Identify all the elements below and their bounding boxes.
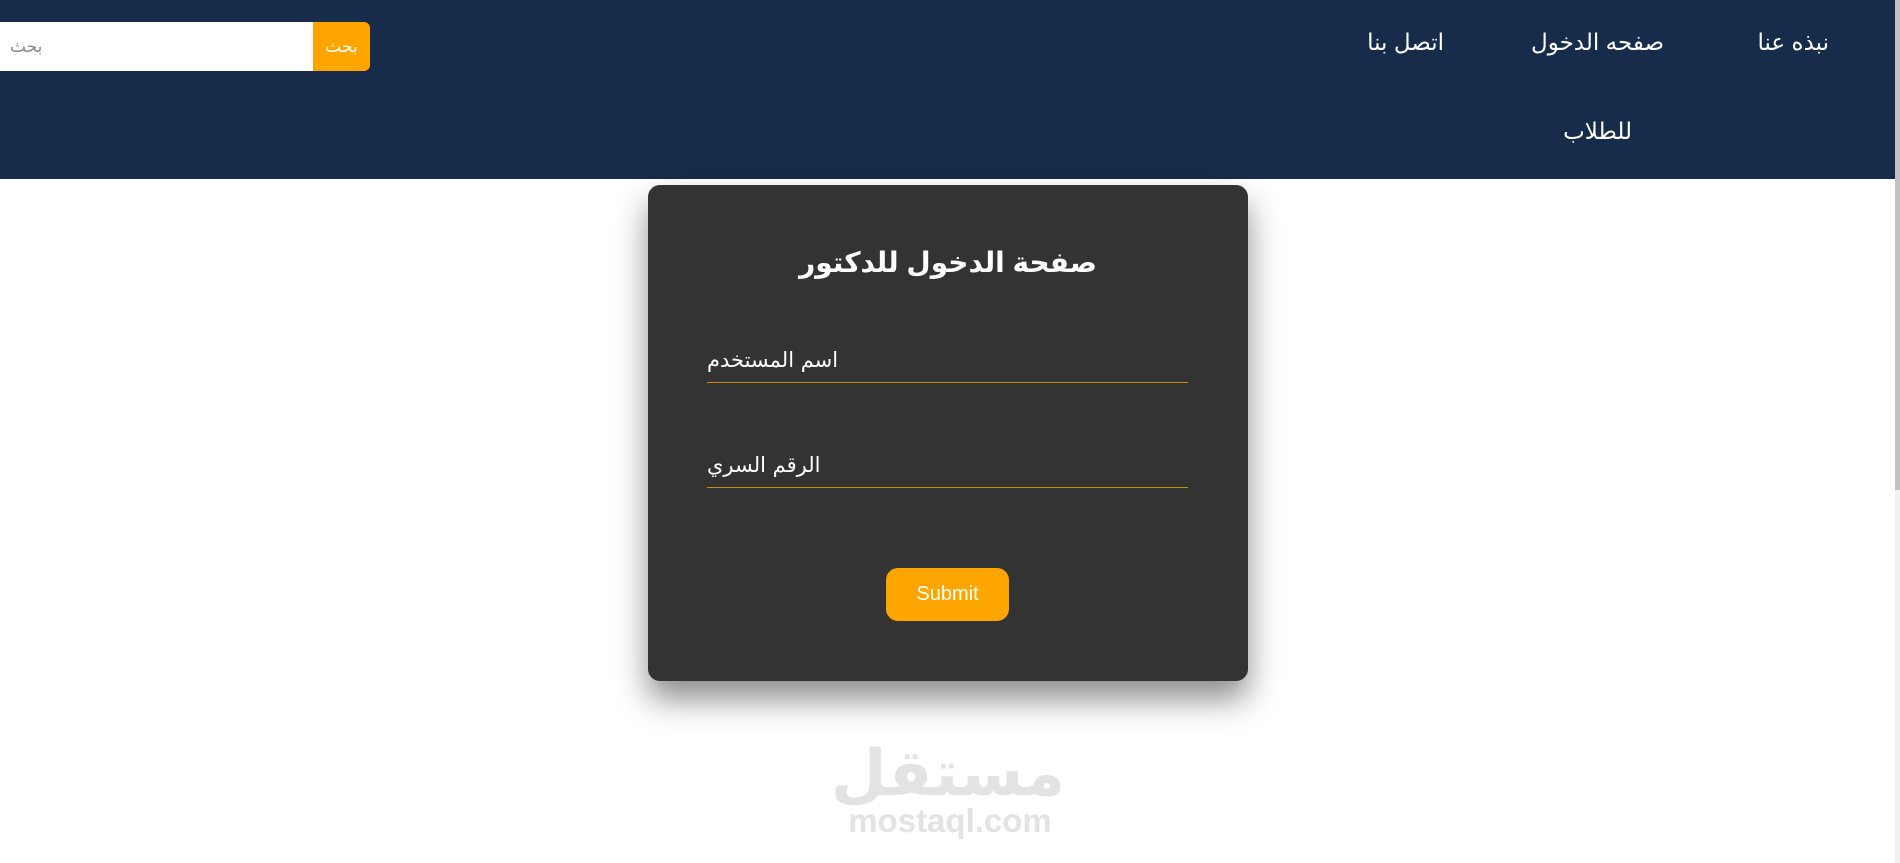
password-field[interactable] <box>707 442 1188 488</box>
login-title: صفحة الدخول للدكتور <box>799 247 1097 278</box>
nav-link-login-page[interactable]: صفحه الدخول <box>1531 28 1664 56</box>
nav-link-students[interactable]: للطلاب <box>1563 117 1632 145</box>
top-navbar: نبذه عنا صفحه الدخول اتصل بنا للطلاب بحث <box>0 0 1895 179</box>
watermark-latin-text: mostaql.com <box>848 802 1052 839</box>
watermark-arabic-text: مستقل <box>830 737 1065 811</box>
mostaql-watermark: مستقل mostaql.com <box>830 737 1065 839</box>
nav-link-contact[interactable]: اتصل بنا <box>1367 28 1444 56</box>
scrollbar-thumb[interactable] <box>1895 0 1900 490</box>
search-bar: بحث <box>0 22 370 71</box>
search-input[interactable] <box>0 22 313 71</box>
submit-button[interactable]: Submit <box>886 568 1009 621</box>
nav-link-about[interactable]: نبذه عنا <box>1757 28 1829 56</box>
page-scrollbar[interactable] <box>1895 0 1900 863</box>
search-button[interactable]: بحث <box>313 22 370 71</box>
doctor-login-card: صفحة الدخول للدكتور Submit <box>648 185 1248 681</box>
username-field[interactable] <box>707 337 1188 383</box>
